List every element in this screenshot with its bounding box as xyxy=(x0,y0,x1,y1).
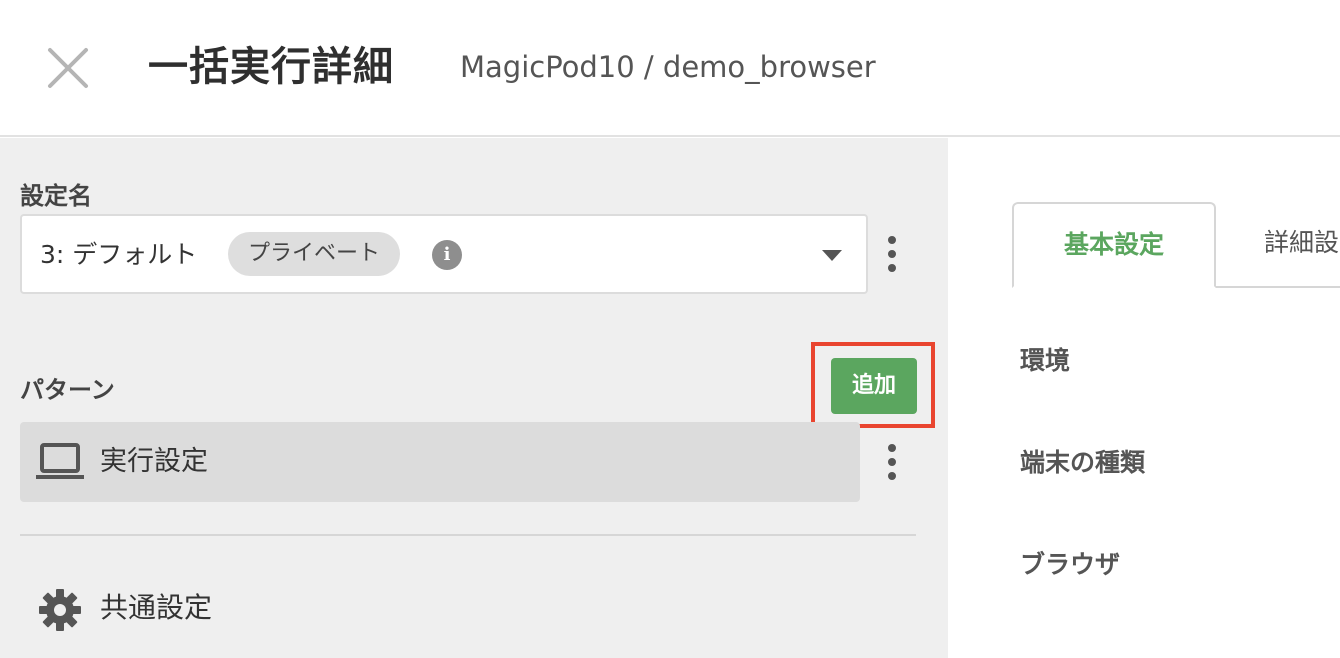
pattern-item[interactable]: 実行設定 xyxy=(20,422,860,502)
laptop-icon xyxy=(36,443,84,479)
common-settings-item[interactable]: 共通設定 xyxy=(20,578,520,638)
divider xyxy=(20,534,916,536)
pattern-more-menu-icon[interactable] xyxy=(880,442,904,482)
batch-run-detail-page: 一括実行詳細 MagicPod10 / demo_browser 設定名 3: … xyxy=(0,0,1340,658)
gear-icon xyxy=(39,589,81,631)
setting-more-menu-icon[interactable] xyxy=(880,234,904,274)
setting-name-label: 設定名 xyxy=(20,182,92,210)
info-icon[interactable]: i xyxy=(432,240,462,270)
header: 一括実行詳細 MagicPod10 / demo_browser xyxy=(0,0,1340,137)
close-icon[interactable] xyxy=(42,42,94,94)
page-title: 一括実行詳細 xyxy=(148,44,394,90)
setting-select-value: 3: デフォルト xyxy=(40,240,198,269)
field-label-device-type: 端末の種類 xyxy=(1020,448,1146,477)
close-button[interactable] xyxy=(42,42,94,94)
tab-advanced-settings[interactable]: 詳細設 xyxy=(1264,202,1340,288)
chevron-down-icon xyxy=(822,250,842,261)
field-label-environment: 環境 xyxy=(1020,346,1071,375)
add-pattern-button[interactable]: 追加 xyxy=(831,358,917,414)
setting-select[interactable]: 3: デフォルト プライベート i xyxy=(20,214,868,294)
common-settings-label: 共通設定 xyxy=(100,591,213,624)
right-panel: 基本設定 詳細設 環境 端末の種類 ブラウザ xyxy=(948,138,1340,658)
pattern-item-label: 実行設定 xyxy=(100,446,208,477)
private-badge: プライベート xyxy=(228,232,400,276)
tab-basic-settings[interactable]: 基本設定 xyxy=(1012,202,1216,288)
left-panel: 設定名 3: デフォルト プライベート i パターン 追加 実行設定 共通設定 xyxy=(0,138,948,658)
breadcrumb: MagicPod10 / demo_browser xyxy=(460,50,876,84)
pattern-label: パターン xyxy=(20,376,115,404)
field-label-browser: ブラウザ xyxy=(1020,550,1121,579)
